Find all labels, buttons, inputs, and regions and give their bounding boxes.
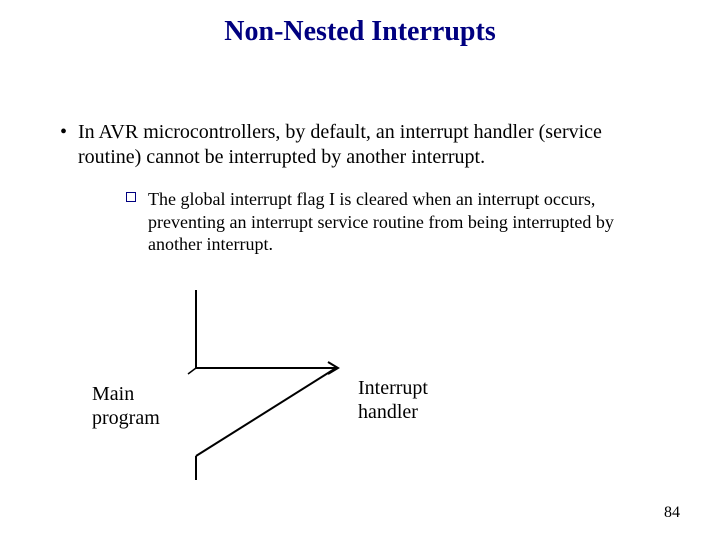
label-main-line1: Main [92,383,134,405]
bullet-level-1-text: In AVR microcontrollers, by default, an … [78,121,602,168]
bullet-level-2-text: The global interrupt flag I is cleared w… [148,189,614,254]
slide-title: Non-Nested Interrupts [0,16,720,48]
slide: Non-Nested Interrupts • In AVR microcont… [0,0,720,540]
bullet-level-1: • In AVR microcontrollers, by default, a… [78,120,668,170]
page-number: 84 [664,504,680,522]
interrupt-diagram [180,290,350,480]
bullet-dot-icon: • [60,120,67,145]
diagram-label-main-program: Main program [92,382,160,430]
label-main-line2: program [92,407,160,429]
bullet-level-2: The global interrupt flag I is cleared w… [148,188,668,256]
diagram-label-interrupt-handler: Interrupt handler [358,376,428,424]
label-handler-line1: Interrupt [358,377,428,399]
bullet-square-icon [126,192,136,202]
label-handler-line2: handler [358,401,418,423]
